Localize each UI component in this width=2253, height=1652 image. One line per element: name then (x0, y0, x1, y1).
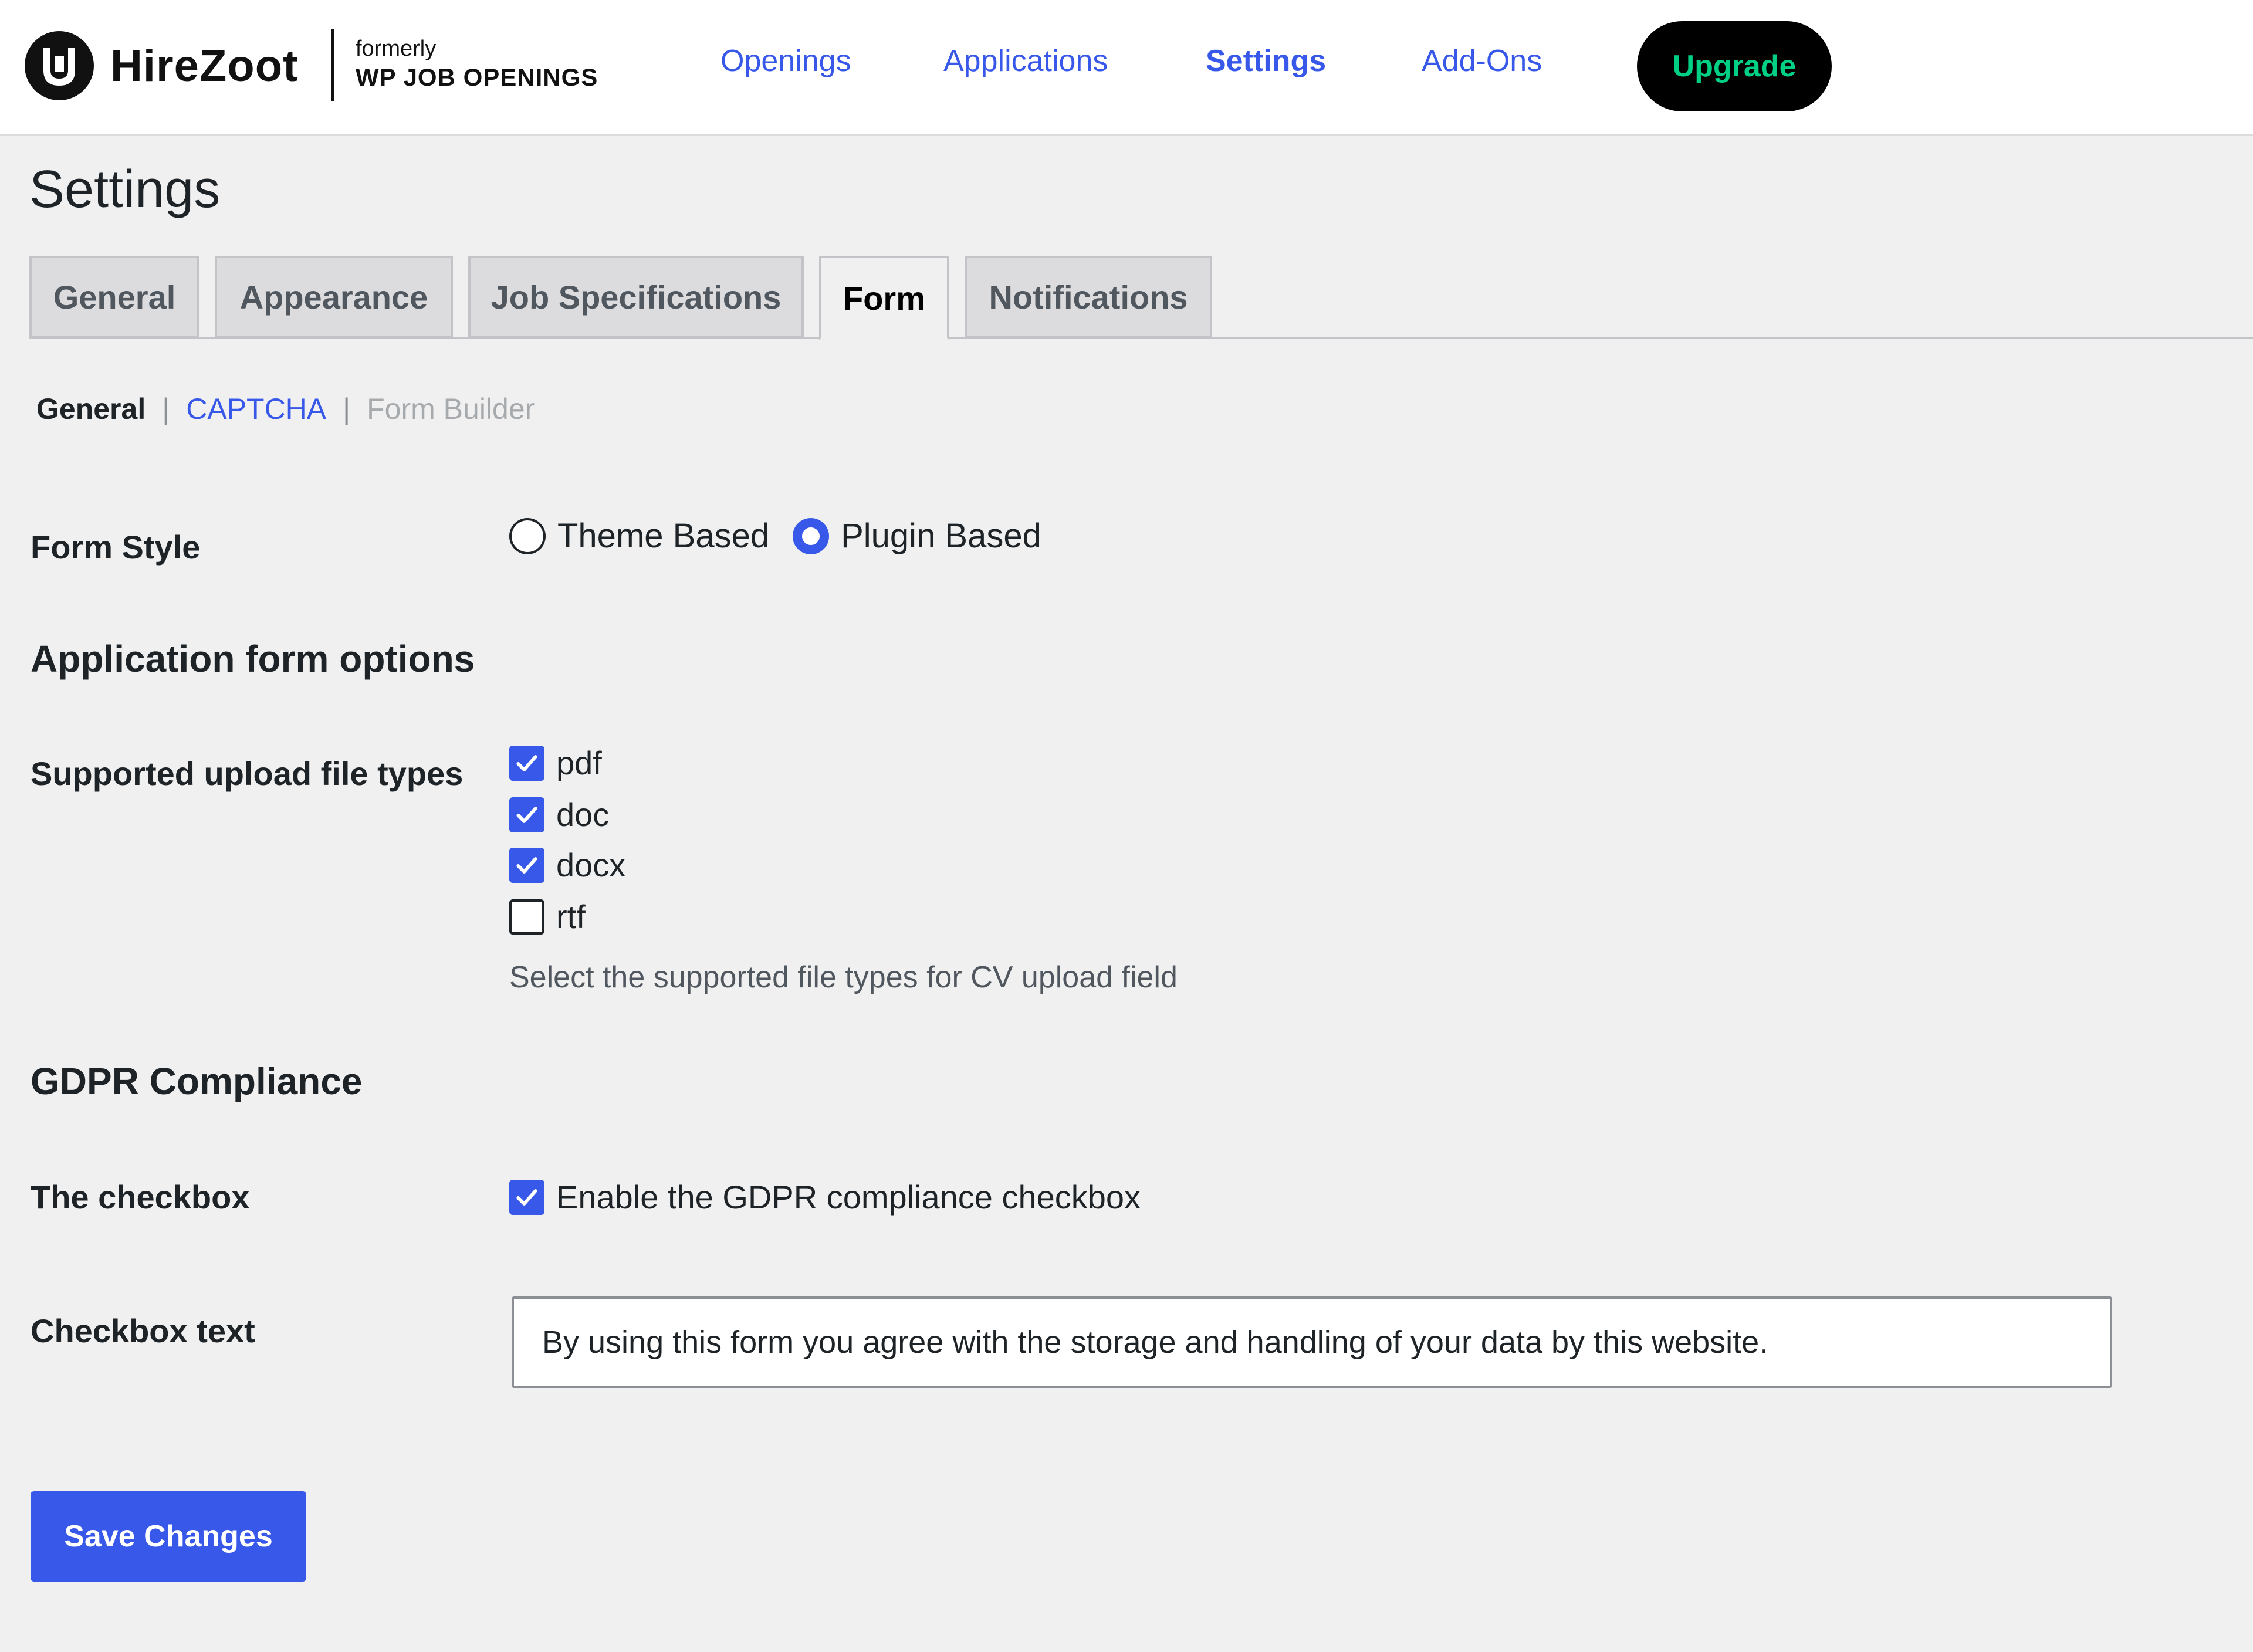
radio-plugin-based[interactable]: Plugin Based (793, 516, 1041, 556)
radio-theme-based-label: Theme Based (557, 517, 770, 555)
tab-form[interactable]: Form (819, 256, 949, 340)
tab-appearance[interactable]: Appearance (215, 256, 453, 338)
checkbox-checked-icon (509, 847, 544, 883)
file-types-description: Select the supported file types for CV u… (509, 960, 1178, 994)
checkbox-rtf[interactable]: rtf (509, 898, 586, 936)
subnav-captcha[interactable]: CAPTCHA (186, 392, 326, 426)
tab-notifications[interactable]: Notifications (965, 256, 1212, 338)
checkbox-docx-label: docx (556, 847, 626, 883)
checkbox-text-label: Checkbox text (31, 1312, 255, 1349)
hirezoot-logo-icon (25, 31, 94, 100)
top-bar: HireZoot formerly WP JOB OPENINGS Openin… (0, 0, 2253, 136)
radio-theme-based[interactable]: Theme Based (509, 516, 769, 556)
nav-settings[interactable]: Settings (1206, 43, 1326, 79)
file-types-label: Supported upload file types (31, 755, 464, 792)
checkbox-doc-label: doc (556, 796, 610, 833)
brand[interactable]: HireZoot (25, 31, 298, 101)
gdpr-heading: GDPR Compliance (31, 1060, 363, 1102)
subnav-separator: | (343, 392, 351, 425)
radio-selected-icon (793, 517, 830, 554)
subnav-form-builder: Form Builder (367, 392, 535, 425)
checkbox-checked-icon (509, 797, 544, 832)
checkbox-checked-icon (509, 1179, 544, 1215)
radio-unselected-icon (509, 517, 546, 554)
form-style-radio-group: Theme Based Plugin Based (509, 516, 1065, 556)
checkbox-pdf-label: pdf (556, 744, 602, 781)
checkbox-text-field[interactable] (512, 1296, 2112, 1388)
page-title: Settings (29, 160, 221, 219)
upgrade-button[interactable]: Upgrade (1637, 21, 1832, 111)
gdpr-checkbox-label: The checkbox (31, 1179, 250, 1216)
checkbox-rtf-label: rtf (556, 898, 586, 935)
application-options-heading: Application form options (31, 638, 475, 680)
checkbox-doc[interactable]: doc (509, 795, 609, 834)
checkbox-pdf[interactable]: pdf (509, 744, 602, 782)
checkbox-gdpr-enable-label: Enable the GDPR compliance checkbox (556, 1179, 1141, 1216)
subnav: General | CAPTCHA | Form Builder (36, 392, 535, 426)
brand-name: HireZoot (110, 40, 299, 91)
checkbox-gdpr-enable[interactable]: Enable the GDPR compliance checkbox (509, 1178, 1141, 1216)
subnav-general: General (36, 392, 146, 425)
tab-job-specifications[interactable]: Job Specifications (468, 256, 804, 338)
form-style-label: Form Style (31, 529, 201, 566)
nav-add-ons[interactable]: Add-Ons (1422, 43, 1542, 79)
brand-formerly-text: formerly (356, 36, 437, 61)
nav-applications[interactable]: Applications (943, 43, 1108, 79)
checkbox-unchecked-icon (509, 899, 544, 935)
tab-general[interactable]: General (29, 256, 199, 338)
subnav-separator: | (162, 392, 170, 425)
save-changes-button[interactable]: Save Changes (31, 1491, 306, 1582)
brand-divider (331, 29, 334, 101)
radio-plugin-based-label: Plugin Based (841, 517, 1041, 555)
checkbox-checked-icon (509, 745, 544, 781)
nav-openings[interactable]: Openings (720, 43, 851, 79)
brand-former-name: WP JOB OPENINGS (356, 63, 598, 91)
checkbox-docx[interactable]: docx (509, 846, 625, 884)
